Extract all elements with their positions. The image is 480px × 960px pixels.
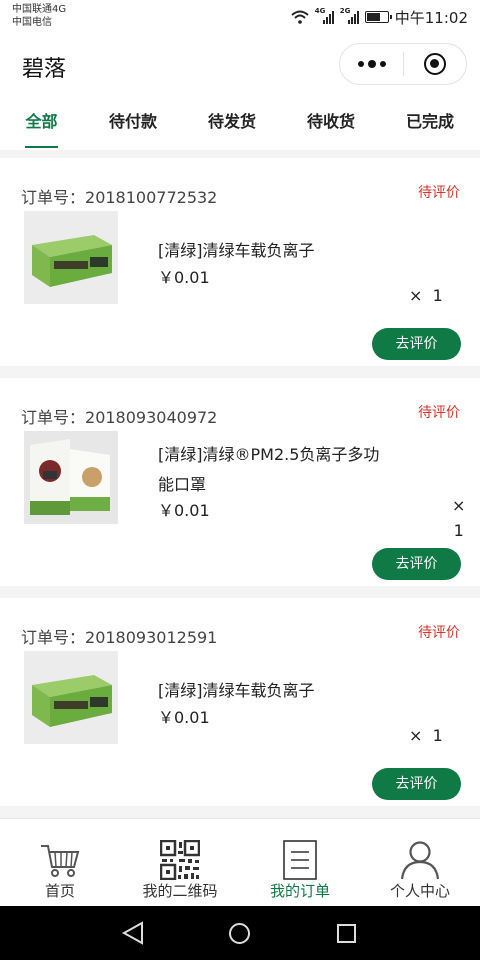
tab-pending-shipment[interactable]: 待发货 bbox=[207, 96, 257, 150]
tabbar-item-profile[interactable]: 个人中心 bbox=[360, 819, 480, 907]
tab-completed[interactable]: 已完成 bbox=[405, 96, 455, 150]
tabbar-label: 我的订单 bbox=[269, 882, 330, 900]
battery-icon bbox=[364, 11, 392, 23]
order-card[interactable]: 订单号：2018093012591 待评价 [清绿]清绿车载负离子 ￥0.01 … bbox=[0, 598, 480, 806]
carrier-info: 中国联通4G 中国电信 bbox=[12, 3, 66, 29]
review-button[interactable]: 去评价 bbox=[372, 328, 461, 360]
system-navigation-bar bbox=[0, 906, 480, 960]
quantity: × 1 bbox=[452, 493, 465, 543]
tabbar-item-home[interactable]: 首页 bbox=[0, 819, 120, 907]
product-price: ￥0.01 bbox=[158, 268, 210, 287]
carrier-line-2: 中国电信 bbox=[12, 17, 52, 28]
order-status-tabs: 全部 待付款 待发货 待收货 已完成 bbox=[0, 96, 480, 150]
more-dots-icon bbox=[357, 61, 364, 67]
order-number: 订单号：2018093012591 bbox=[21, 628, 218, 647]
recent-apps-icon[interactable] bbox=[336, 923, 357, 944]
tabbar-label: 首页 bbox=[44, 882, 75, 900]
order-card[interactable]: 订单号：2018100772532 待评价 [清绿]清绿车载负离子 ￥0.01 … bbox=[0, 158, 480, 366]
tabbar-item-qr-code[interactable]: 我的二维码 bbox=[120, 819, 240, 907]
multiply-icon: × bbox=[409, 286, 423, 305]
product-name: [清绿]清绿®PM2.5负离子多功能口罩 bbox=[158, 445, 380, 494]
product-thumbnail[interactable] bbox=[24, 211, 118, 304]
tabbar-item-my-orders[interactable]: 我的订单 bbox=[240, 819, 360, 907]
order-status-badge: 待评价 bbox=[418, 185, 460, 201]
page-title: 碧落 bbox=[22, 57, 67, 82]
product-price: ￥0.01 bbox=[158, 708, 210, 727]
product-thumbnail[interactable] bbox=[24, 431, 118, 524]
order-status-badge: 待评价 bbox=[418, 625, 460, 641]
close-mini-program-button[interactable] bbox=[404, 44, 466, 84]
target-close-icon bbox=[423, 53, 446, 75]
order-number: 订单号：2018100772532 bbox=[21, 188, 218, 207]
back-icon[interactable] bbox=[122, 921, 144, 945]
product-thumbnail[interactable] bbox=[24, 651, 118, 744]
order-list-icon bbox=[283, 840, 317, 880]
wifi-icon bbox=[291, 10, 309, 24]
multiply-icon: × bbox=[452, 496, 466, 515]
tabbar-label: 个人中心 bbox=[389, 882, 450, 900]
tab-all[interactable]: 全部 bbox=[25, 96, 58, 150]
review-button[interactable]: 去评价 bbox=[372, 548, 461, 580]
quantity: × 1 bbox=[409, 286, 443, 305]
person-icon bbox=[400, 841, 440, 880]
navigation-bar: 碧落 bbox=[0, 34, 480, 96]
product-name: [清绿]清绿车载负离子 bbox=[158, 681, 315, 700]
clock: 中午11:02 bbox=[394, 8, 468, 27]
signal-icon-2: 2G bbox=[339, 7, 359, 24]
status-icons: 4G 2G 中午11:02 bbox=[291, 6, 468, 28]
tab-pending-payment[interactable]: 待付款 bbox=[108, 96, 158, 150]
tabbar-label: 我的二维码 bbox=[142, 882, 218, 900]
bottom-tab-bar: 首页 我的二维码 我的订单 个人中心 bbox=[0, 818, 480, 906]
network-type-2: 2G bbox=[339, 7, 351, 15]
network-type-1: 4G bbox=[314, 7, 326, 15]
multiply-icon: × bbox=[409, 726, 423, 745]
mini-program-capsule bbox=[339, 43, 467, 85]
review-button[interactable]: 去评价 bbox=[372, 768, 461, 800]
product-price: ￥0.01 bbox=[158, 501, 210, 520]
order-status-badge: 待评价 bbox=[418, 405, 460, 421]
carrier-line-1: 中国联通4G bbox=[12, 4, 67, 15]
quantity: × 1 bbox=[409, 726, 443, 745]
order-card[interactable]: 订单号：2018093040972 待评价 [清绿]清绿®PM2.5负离子多功能… bbox=[0, 378, 480, 586]
more-options-button[interactable] bbox=[340, 44, 403, 84]
status-bar: 中国联通4G 中国电信 4G 2G 中午11:02 bbox=[0, 0, 480, 34]
tab-pending-receipt[interactable]: 待收货 bbox=[306, 96, 356, 150]
home-icon[interactable] bbox=[228, 922, 251, 945]
signal-icon-1: 4G bbox=[314, 7, 334, 24]
qr-code-icon bbox=[160, 840, 200, 880]
cart-icon bbox=[41, 845, 80, 877]
order-number: 订单号：2018093040972 bbox=[21, 408, 218, 427]
product-name: [清绿]清绿车载负离子 bbox=[158, 241, 315, 260]
